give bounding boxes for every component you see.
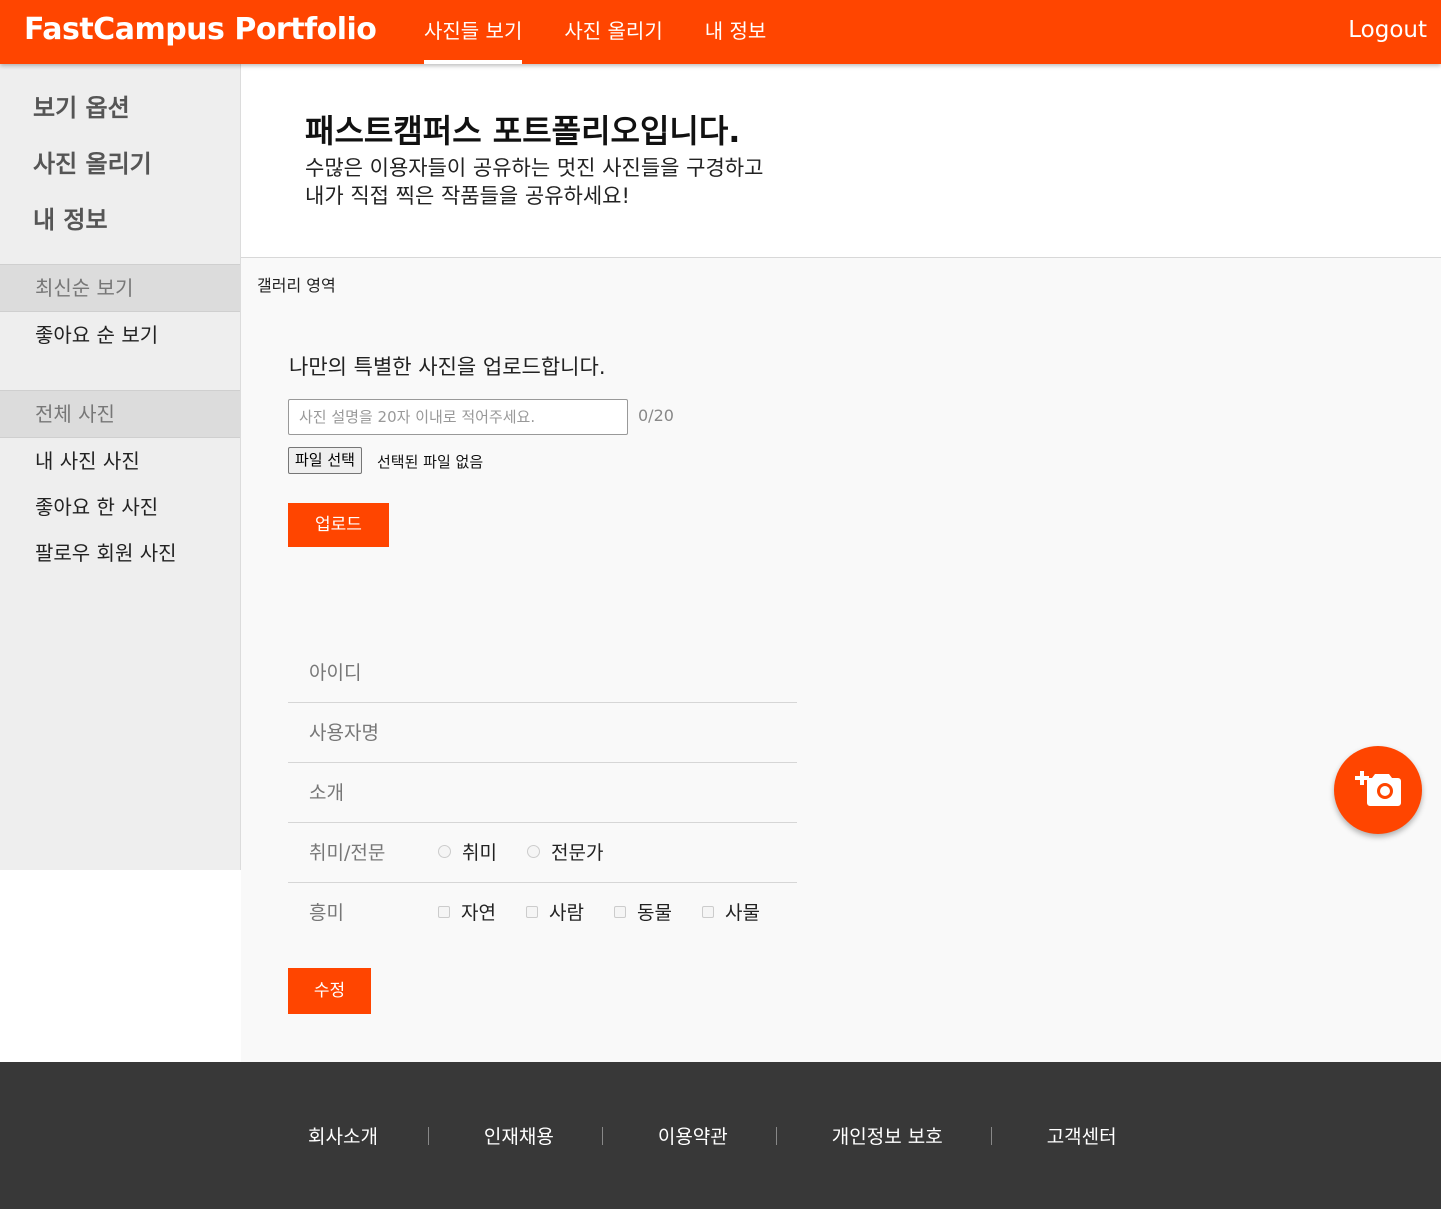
interest-option-objects-label: 사물 — [725, 902, 760, 924]
upload-button[interactable]: 업로드 — [288, 503, 389, 547]
level-option-hobby[interactable]: 취미 — [438, 838, 497, 865]
interest-option-objects[interactable]: 사물 — [702, 898, 760, 925]
interest-option-animals[interactable]: 동물 — [614, 898, 672, 925]
interest-option-animals-label: 동물 — [637, 902, 672, 924]
main-nav: 사진들 보기 사진 올리기 내 정보 — [424, 0, 808, 64]
interest-field-label: 흥미 — [309, 902, 344, 924]
interest-option-nature-label: 자연 — [461, 902, 496, 924]
file-status-text: 선택된 파일 없음 — [377, 453, 484, 471]
sidebar-item-sort-latest[interactable]: 최신순 보기 — [0, 264, 240, 312]
nav-my-info[interactable]: 내 정보 — [705, 0, 767, 64]
sidebar: 보기 옵션 사진 올리기 내 정보 최신순 보기 좋아요 순 보기 전체 사진 … — [0, 64, 241, 870]
profile-form: 아이디 사용자명 소개 취미/전문 취미 전문가 흥미 자연 사람 동물 사물 — [288, 643, 797, 943]
intro-line-1: 수많은 이용자들이 공유하는 멋진 사진들을 구경하고 — [305, 156, 764, 180]
form-row-intro[interactable]: 소개 — [288, 763, 797, 823]
intro-banner: 패스트캠퍼스 포트폴리오입니다. 수많은 이용자들이 공유하는 멋진 사진들을 … — [241, 64, 1441, 258]
username-field-label: 사용자명 — [309, 722, 379, 744]
top-navbar: FastCampus Portfolio 사진들 보기 사진 올리기 내 정보 … — [0, 0, 1441, 64]
footer-link-privacy[interactable]: 개인정보 보호 — [832, 1122, 943, 1149]
footer-divider — [601, 1126, 603, 1145]
radio-hobby[interactable] — [438, 845, 451, 858]
checkbox-people[interactable] — [526, 905, 538, 918]
sidebar-item-sort-likes[interactable]: 좋아요 순 보기 — [0, 312, 240, 358]
edit-profile-button[interactable]: 수정 — [288, 968, 371, 1014]
interest-option-people-label: 사람 — [549, 902, 584, 924]
footer-link-terms[interactable]: 이용약관 — [658, 1122, 728, 1149]
brand-logo[interactable]: FastCampus Portfolio — [24, 12, 377, 47]
level-option-expert[interactable]: 전문가 — [527, 838, 603, 865]
add-photo-fab[interactable] — [1334, 746, 1422, 834]
footer-link-careers[interactable]: 인재채용 — [484, 1122, 554, 1149]
sidebar-heading-upload[interactable]: 사진 올리기 — [0, 136, 240, 192]
intro-line-2: 내가 직접 찍은 작품들을 공유하세요! — [305, 184, 630, 208]
sidebar-item-filter-all[interactable]: 전체 사진 — [0, 390, 240, 438]
footer: 회사소개 인재채용 이용약관 개인정보 보호 고객센터 — [0, 1062, 1441, 1209]
intro-field-label: 소개 — [309, 782, 344, 804]
sidebar-item-filter-liked[interactable]: 좋아요 한 사진 — [0, 484, 240, 530]
sidebar-heading-view-options[interactable]: 보기 옵션 — [0, 80, 240, 136]
form-row-interest: 흥미 자연 사람 동물 사물 — [288, 883, 797, 943]
id-field-label: 아이디 — [309, 662, 362, 684]
footer-link-support[interactable]: 고객센터 — [1047, 1122, 1117, 1149]
footer-divider — [990, 1126, 992, 1145]
upload-title: 나만의 특별한 사진을 업로드합니다. — [289, 355, 606, 379]
photo-description-input[interactable] — [288, 399, 628, 435]
footer-divider — [775, 1126, 777, 1145]
char-counter: 0/20 — [638, 406, 674, 425]
sidebar-item-filter-mine[interactable]: 내 사진 사진 — [0, 438, 240, 484]
footer-link-company[interactable]: 회사소개 — [308, 1122, 378, 1149]
checkbox-objects[interactable] — [702, 905, 714, 918]
checkbox-animals[interactable] — [614, 905, 626, 918]
interest-option-nature[interactable]: 자연 — [438, 898, 496, 925]
page-title: 패스트캠퍼스 포트폴리오입니다. — [305, 112, 741, 150]
footer-links: 회사소개 인재채용 이용약관 개인정보 보호 고객센터 — [308, 1122, 1117, 1149]
sidebar-heading-my-info[interactable]: 내 정보 — [0, 192, 240, 248]
checkbox-nature[interactable] — [438, 905, 450, 918]
gallery-area-label: 갤러리 영역 — [257, 276, 336, 295]
intro-description: 수많은 이용자들이 공유하는 멋진 사진들을 구경하고 내가 직접 찍은 작품들… — [305, 154, 763, 210]
interest-option-people[interactable]: 사람 — [526, 898, 584, 925]
level-option-expert-label: 전문가 — [551, 842, 604, 864]
form-row-username[interactable]: 사용자명 — [288, 703, 797, 763]
nav-upload-photo[interactable]: 사진 올리기 — [564, 0, 662, 64]
level-field-label: 취미/전문 — [309, 842, 386, 864]
file-select-button[interactable]: 파일 선택 — [288, 447, 362, 474]
add-photo-icon — [1355, 771, 1401, 806]
form-row-id[interactable]: 아이디 — [288, 643, 797, 703]
sidebar-item-filter-following[interactable]: 팔로우 회원 사진 — [0, 530, 240, 576]
main-content: 갤러리 영역 나만의 특별한 사진을 업로드합니다. 0/20 파일 선택 선택… — [241, 258, 1441, 1062]
radio-expert[interactable] — [527, 845, 540, 858]
form-row-level: 취미/전문 취미 전문가 — [288, 823, 797, 883]
footer-divider — [427, 1126, 429, 1145]
nav-view-photos[interactable]: 사진들 보기 — [424, 0, 523, 64]
logout-button[interactable]: Logout — [1348, 17, 1427, 43]
level-option-hobby-label: 취미 — [462, 842, 497, 864]
